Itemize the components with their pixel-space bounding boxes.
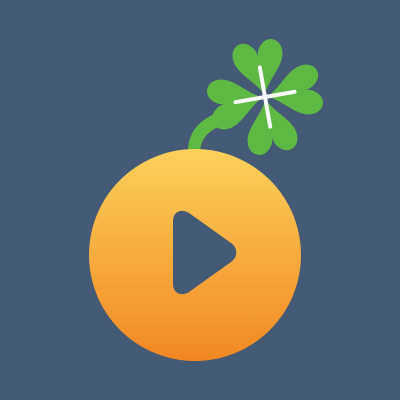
app-icon: [0, 0, 400, 400]
orange-play-logo: [89, 39, 323, 361]
clover-icon: [207, 39, 323, 155]
